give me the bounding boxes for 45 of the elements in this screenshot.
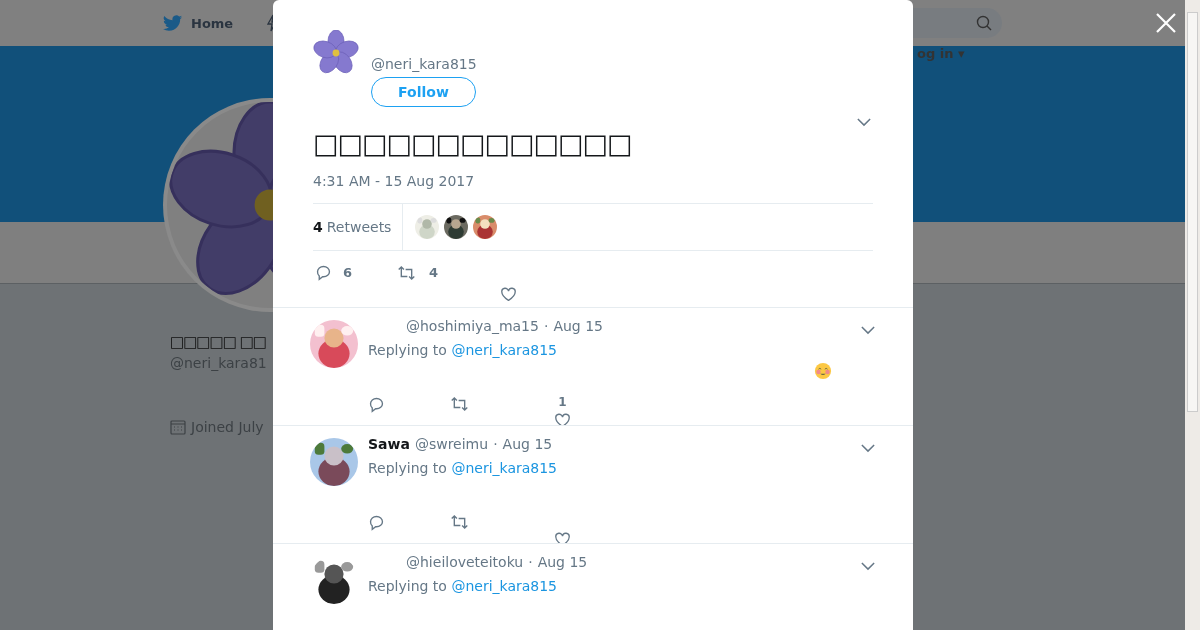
reply-icon[interactable] <box>368 514 385 531</box>
retweet-icon[interactable] <box>397 264 416 281</box>
mention-link[interactable]: @neri_kara815 <box>451 342 558 358</box>
chevron-icon[interactable] <box>861 444 875 453</box>
bird-icon <box>163 14 183 32</box>
retweet-stat[interactable]: 4 Retweets <box>313 204 404 250</box>
user-handle[interactable]: @neri_kara815 <box>371 56 477 72</box>
reply-icon[interactable] <box>368 396 385 413</box>
retweet-icon[interactable] <box>450 396 469 412</box>
retweet-icon[interactable] <box>450 514 469 530</box>
tweet-text: □□□□□□□□□□□□□ <box>313 127 633 161</box>
tweet-time[interactable]: Aug 15 <box>553 318 603 334</box>
tweet-time[interactable]: Aug 15 <box>502 436 553 452</box>
retweet-count: 4 <box>429 265 439 280</box>
tweet-time[interactable]: Aug 15 <box>537 554 588 570</box>
chevron-icon[interactable] <box>861 562 875 571</box>
reply-icon[interactable] <box>315 264 332 281</box>
reply-count: 6 <box>343 265 353 280</box>
scrollbar[interactable] <box>1185 0 1200 630</box>
like-count: 1 <box>558 395 567 409</box>
profile-name: □□□□□ □□ <box>170 332 267 353</box>
calendar-icon <box>170 419 186 435</box>
separator: · <box>543 318 549 334</box>
user-handle[interactable]: @hoshimiya_ma15 <box>406 318 539 334</box>
separator: · <box>493 436 498 452</box>
chevron-icon[interactable] <box>861 326 875 335</box>
replying-to-text: Replying to @neri_kara815 <box>368 578 559 594</box>
separator: · <box>528 554 533 570</box>
heart-icon[interactable] <box>500 287 517 302</box>
mention-link[interactable]: @neri_kara815 <box>451 460 558 476</box>
user-handle[interactable]: @swreimu <box>414 436 489 452</box>
heart-icon[interactable] <box>554 532 571 543</box>
search-icon[interactable] <box>976 15 992 31</box>
mention-link[interactable]: @neri_kara815 <box>451 578 558 594</box>
blushing-face-icon <box>814 362 832 380</box>
replying-to-text: Replying to @neri_kara815 <box>368 342 559 358</box>
tweet-timestamp: 4:31 AM - 15 Aug 2017 <box>313 173 476 189</box>
replying-to-text: Replying to @neri_kara815 <box>368 460 559 476</box>
chevron-icon[interactable] <box>857 118 871 127</box>
close-icon[interactable] <box>1156 13 1176 33</box>
follow-button[interactable]: Follow <box>371 77 476 107</box>
home-link[interactable]: Home <box>191 15 234 31</box>
user-name: Sawa <box>368 436 410 452</box>
user-handle[interactable]: @hieiloveteitoku <box>406 554 524 570</box>
heart-icon[interactable] <box>554 413 571 425</box>
